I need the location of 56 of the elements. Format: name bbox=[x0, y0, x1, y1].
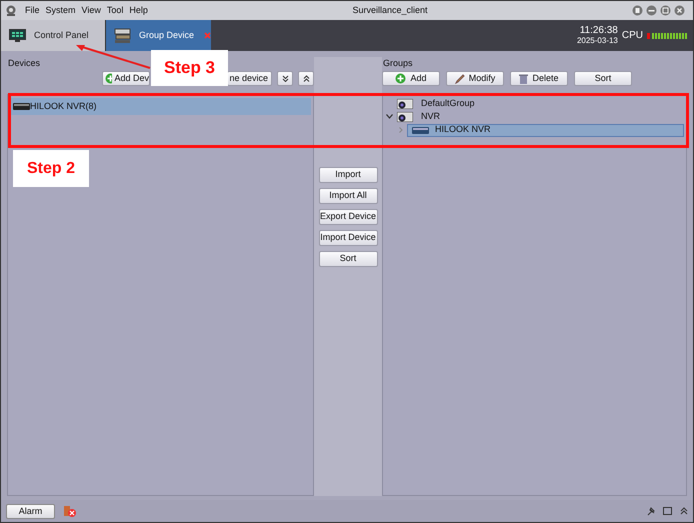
tab[interactable]: Group Device bbox=[106, 20, 211, 51]
cpu-meter-icon bbox=[647, 32, 689, 38]
tree-node[interactable]: NVR bbox=[383, 110, 684, 123]
window-icon[interactable] bbox=[663, 507, 672, 515]
double-chevron-down-icon bbox=[282, 75, 288, 82]
device-button[interactable]: ne device bbox=[227, 71, 272, 86]
plus-icon bbox=[105, 73, 112, 84]
middle-action-button[interactable]: Export Device bbox=[318, 208, 378, 224]
camera-group-icon bbox=[397, 112, 413, 122]
add-button[interactable]: Add bbox=[382, 71, 440, 86]
recorder-icon bbox=[13, 103, 30, 110]
app-icon bbox=[5, 4, 17, 16]
step-callout: Step 3 bbox=[151, 50, 228, 86]
window-title: Surveillance_client bbox=[352, 4, 428, 17]
tree-node[interactable]: HILOOK NVR bbox=[407, 124, 684, 136]
menu-item[interactable]: Tool bbox=[106, 4, 124, 18]
expand-all-button[interactable] bbox=[277, 71, 293, 86]
delete-button[interactable]: Delete bbox=[510, 71, 568, 86]
add-device-button[interactable]: Add Dev bbox=[102, 71, 150, 86]
modify-button[interactable]: Modify bbox=[446, 71, 504, 86]
clock-time: 11:26:38 bbox=[580, 26, 618, 36]
middle-action-button[interactable]: Import bbox=[318, 166, 378, 182]
alarm-muted-icon[interactable] bbox=[63, 504, 76, 518]
collapse-icon[interactable] bbox=[680, 507, 688, 515]
device-stack-icon bbox=[114, 27, 131, 44]
recorder-icon bbox=[412, 126, 429, 134]
maximize-icon[interactable] bbox=[660, 5, 671, 16]
middle-action-button[interactable]: Import All bbox=[318, 188, 378, 204]
camera-group-icon bbox=[397, 98, 413, 108]
collapse-all-button[interactable] bbox=[298, 71, 314, 86]
pencil-icon bbox=[454, 74, 465, 84]
pin-icon[interactable] bbox=[632, 5, 643, 16]
menu-item[interactable]: Help bbox=[129, 4, 148, 18]
sort-button[interactable]: Sort bbox=[574, 71, 632, 86]
device-row[interactable]: HILOOK NVR(8) bbox=[10, 98, 311, 115]
menu-item[interactable]: View bbox=[82, 4, 101, 18]
trash-icon bbox=[519, 74, 528, 84]
plus-icon bbox=[395, 73, 406, 84]
middle-action-button[interactable]: Sort bbox=[318, 250, 378, 266]
section-title: Groups bbox=[382, 57, 413, 70]
close-icon[interactable] bbox=[674, 5, 685, 16]
menu-item[interactable]: System bbox=[46, 4, 76, 18]
cpu-label: CPU bbox=[622, 29, 643, 43]
step-callout: Step 2 bbox=[13, 150, 89, 187]
pin-icon[interactable] bbox=[646, 506, 655, 516]
alarm-button[interactable]: Alarm bbox=[6, 504, 55, 518]
menu-item[interactable]: File bbox=[25, 4, 40, 18]
clock-date: 2025-03-13 bbox=[576, 36, 618, 46]
double-chevron-up-icon bbox=[302, 75, 310, 82]
section-title: Devices bbox=[7, 57, 40, 70]
monitor-icon bbox=[9, 28, 26, 42]
tree-node[interactable]: DefaultGroup bbox=[383, 97, 684, 110]
expander-icon[interactable] bbox=[385, 112, 393, 120]
middle-action-button[interactable]: Import Device bbox=[318, 230, 378, 246]
tab[interactable]: Control Panel bbox=[1, 20, 106, 51]
minimize-icon[interactable] bbox=[646, 5, 657, 16]
